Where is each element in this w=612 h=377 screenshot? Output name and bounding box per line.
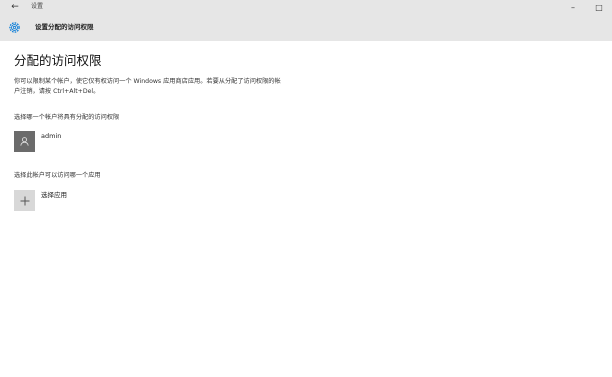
app-section-label: 选择此帐户可以访问哪一个应用: [14, 172, 101, 179]
window-title: 设置: [31, 3, 44, 10]
maximize-icon: □: [595, 2, 603, 12]
back-button[interactable]: ←: [9, 0, 21, 14]
page-description: 你可以限制某个帐户，使它仅有权访问一个 Windows 应用商店应用。若要从分配…: [14, 78, 281, 95]
page-header: 设置分配的访问权限: [0, 14, 612, 41]
minimize-icon: –: [571, 2, 575, 12]
back-arrow-icon: ←: [11, 2, 19, 12]
account-section-label: 选择哪一个帐户将具有分配的访问权限: [14, 114, 120, 121]
minimize-button[interactable]: –: [560, 0, 586, 14]
user-icon: [20, 137, 29, 146]
avatar: [14, 131, 35, 152]
window-controls: – □: [560, 0, 612, 14]
choose-app-label: 选择应用: [41, 191, 67, 199]
plus-glyph: [20, 196, 29, 205]
maximize-button[interactable]: □: [586, 0, 612, 14]
gear-icon: [9, 22, 20, 33]
settings-window: ← 设置 – □ 设置分配的访问权限 分配的访问权限 你可以限制某个帐户，使它仅…: [0, 0, 612, 377]
plus-icon: [14, 190, 35, 211]
header-title: 设置分配的访问权限: [35, 23, 94, 31]
account-name: admin: [41, 132, 62, 140]
account-selector[interactable]: admin: [14, 131, 61, 152]
page-title: 分配的访问权限: [14, 53, 102, 68]
title-bar: ← 设置 – □: [0, 0, 612, 14]
choose-app-button[interactable]: 选择应用: [14, 190, 67, 211]
